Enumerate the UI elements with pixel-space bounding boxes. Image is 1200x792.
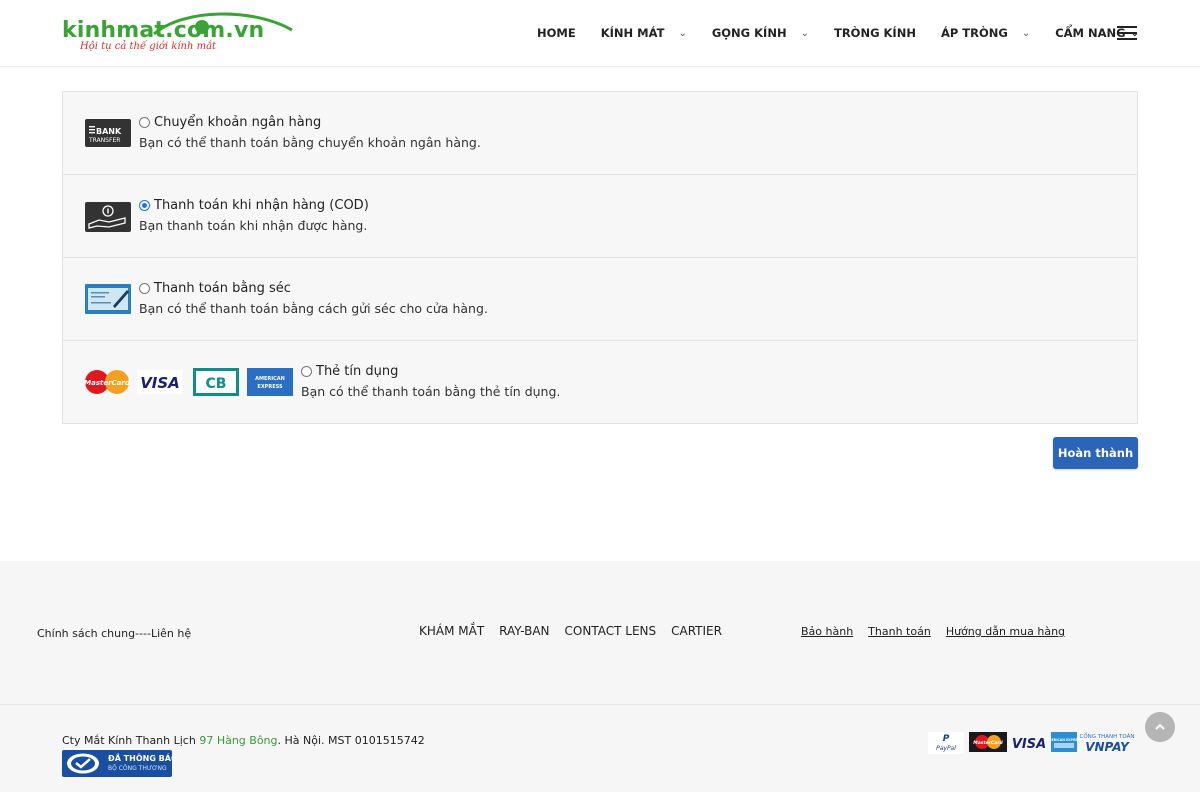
svg-text:P: P — [943, 734, 950, 744]
company-tax-info: . Hà Nội. MST 0101515742 — [277, 734, 425, 747]
site-logo[interactable]: kinhmat.com.vn Hội tụ cả thế giới kính m… — [62, 12, 293, 54]
payment-method-credit-card[interactable]: MasterCard VISA CB AMERICAN EXPRESS Thẻ … — [63, 341, 1137, 424]
hamburger-icon[interactable] — [1117, 26, 1137, 40]
svg-text:BANK: BANK — [96, 127, 122, 136]
bo-cong-thuong-badge[interactable]: ĐÃ THÔNG BÁO BỘ CÔNG THƯƠNG — [62, 750, 172, 777]
bank-title: Chuyển khoản ngân hàng — [154, 114, 322, 130]
nav-ap-trong[interactable]: ÁP TRÒNG ⌄ — [941, 26, 1030, 40]
svg-text:VNPAY: VNPAY — [1085, 740, 1130, 754]
cash-on-delivery-icon — [85, 202, 131, 232]
bct-check-icon — [67, 753, 99, 774]
chevron-down-icon: ⌄ — [800, 27, 809, 39]
svg-text:CB: CB — [206, 376, 227, 392]
bank-description: Bạn có thể thanh toán bằng chuyển khoản … — [139, 135, 481, 150]
svg-text:MasterCard: MasterCard — [85, 379, 131, 387]
nav-trong-kinh-label: TRÒNG KÍNH — [833, 26, 916, 40]
cheque-title: Thanh toán bằng séc — [154, 280, 291, 296]
credit-cards-icon: MasterCard VISA CB AMERICAN EXPRESS — [85, 368, 293, 396]
svg-text:EXPRESS: EXPRESS — [257, 384, 283, 390]
footer-link-contact-lens[interactable]: CONTACT LENS — [565, 624, 657, 638]
footer-link-thanh-toan[interactable]: Thanh toán — [868, 625, 931, 638]
cod-description: Bạn thanh toán khi nhận được hàng. — [139, 218, 368, 233]
company-address-link[interactable]: 97 Hàng Bông — [199, 734, 277, 747]
footer-link-huong-dan[interactable]: Hướng dẫn mua hàng — [946, 625, 1065, 638]
footer-policy-link[interactable]: Chính sách chung----Liên hệ — [37, 627, 191, 640]
payment-method-cheque[interactable]: Thanh toán bằng séc Bạn có thể thanh toá… — [63, 258, 1137, 341]
svg-text:MasterCard: MasterCard — [973, 740, 1003, 746]
nav-ap-trong-label: ÁP TRÒNG — [940, 26, 1008, 40]
footer-link-kham-mat[interactable]: KHÁM MẮT — [419, 624, 484, 638]
bank-radio[interactable] — [139, 116, 150, 128]
nav-kinh-mat-label: KÍNH MÁT — [600, 26, 665, 40]
svg-text:AMERICAN EXPRESS: AMERICAN EXPRESS — [1046, 738, 1083, 742]
credit-card-description: Bạn có thể thanh toán bằng thẻ tín dụng. — [301, 384, 561, 399]
logo-text: kinhmat.com.vn — [62, 18, 265, 43]
nav-gong-kinh[interactable]: GỌNG KÍNH ⌄ — [712, 26, 809, 40]
complete-order-button[interactable]: Hoàn thành — [1053, 437, 1138, 469]
svg-text:CỔNG THANH TOÁN: CỔNG THANH TOÁN — [1079, 732, 1134, 740]
chevron-down-icon: ⌄ — [1021, 27, 1031, 39]
nav-gong-kinh-label: GỌNG KÍNH — [711, 26, 787, 40]
payment-method-bank[interactable]: BANK TRANSFER Chuyển khoản ngân hàng Bạn… — [63, 92, 1137, 175]
logo-slogan: Hội tụ cả thế giới kính mắt — [80, 41, 217, 52]
svg-text:VISA: VISA — [140, 374, 180, 392]
cod-title: Thanh toán khi nhận hàng (COD) — [154, 197, 369, 213]
scroll-to-top-button[interactable] — [1145, 712, 1175, 742]
svg-text:AMERICAN: AMERICAN — [255, 376, 285, 382]
site-header: kinhmat.com.vn Hội tụ cả thế giới kính m… — [0, 0, 1200, 67]
credit-card-radio[interactable] — [301, 365, 312, 377]
badge-line-2: BỘ CÔNG THƯƠNG — [108, 765, 167, 772]
cod-radio[interactable] — [139, 199, 150, 211]
nav-cam-nang-label: CẨM NANG — [1055, 26, 1126, 40]
nav-trong-kinh[interactable]: TRÒNG KÍNH — [834, 26, 916, 40]
footer-link-cartier[interactable]: CARTIER — [671, 624, 722, 638]
svg-text:VISA: VISA — [1012, 737, 1046, 752]
bank-transfer-icon: BANK TRANSFER — [85, 119, 131, 147]
cheque-icon — [85, 284, 131, 314]
chevron-down-icon: ⌄ — [678, 27, 687, 39]
svg-text:TRANSFER: TRANSFER — [88, 137, 120, 144]
company-name: Cty Mắt Kính Thanh Lịch — [62, 734, 200, 747]
nav-kinh-mat[interactable]: KÍNH MÁT ⌄ — [601, 26, 687, 40]
footer-link-ray-ban[interactable]: RAY-BAN — [499, 624, 549, 638]
credit-card-title: Thẻ tín dụng — [316, 363, 399, 379]
payment-methods-box: BANK TRANSFER Chuyển khoản ngân hàng Bạn… — [62, 91, 1138, 424]
nav-home[interactable]: HOME — [537, 26, 576, 40]
svg-text:PayPal: PayPal — [936, 745, 956, 752]
company-info: Cty Mắt Kính Thanh Lịch 97 Hàng Bông. Hà… — [62, 734, 425, 747]
payment-method-cod[interactable]: Thanh toán khi nhận hàng (COD) Bạn thanh… — [63, 175, 1137, 258]
cheque-radio[interactable] — [139, 282, 150, 294]
nav-home-label: HOME — [537, 26, 576, 40]
footer-info-links: Bảo hành Thanh toán Hướng dẫn mua hàng — [801, 625, 1080, 638]
chevron-up-icon — [1155, 723, 1165, 730]
footer-payment-logos: P PayPal MasterCard VISA AMERICAN EXPRES… — [928, 732, 1135, 754]
footer-links-section: Chính sách chung----Liên hệ KHÁM MẮT RAY… — [0, 561, 1200, 704]
footer-link-bao-hanh[interactable]: Bảo hành — [801, 625, 853, 638]
footer-brand-links: KHÁM MẮT RAY-BAN CONTACT LENS CARTIER — [419, 624, 737, 638]
main-nav: HOME KÍNH MÁT ⌄ GỌNG KÍNH ⌄ TRÒNG KÍNH ÁP … — [537, 25, 1164, 41]
badge-line-1: ĐÃ THÔNG BÁO — [108, 754, 172, 763]
footer-bottom: Cty Mắt Kính Thanh Lịch 97 Hàng Bông. Hà… — [0, 704, 1200, 792]
cheque-description: Bạn có thể thanh toán bằng cách gửi séc … — [139, 301, 488, 316]
